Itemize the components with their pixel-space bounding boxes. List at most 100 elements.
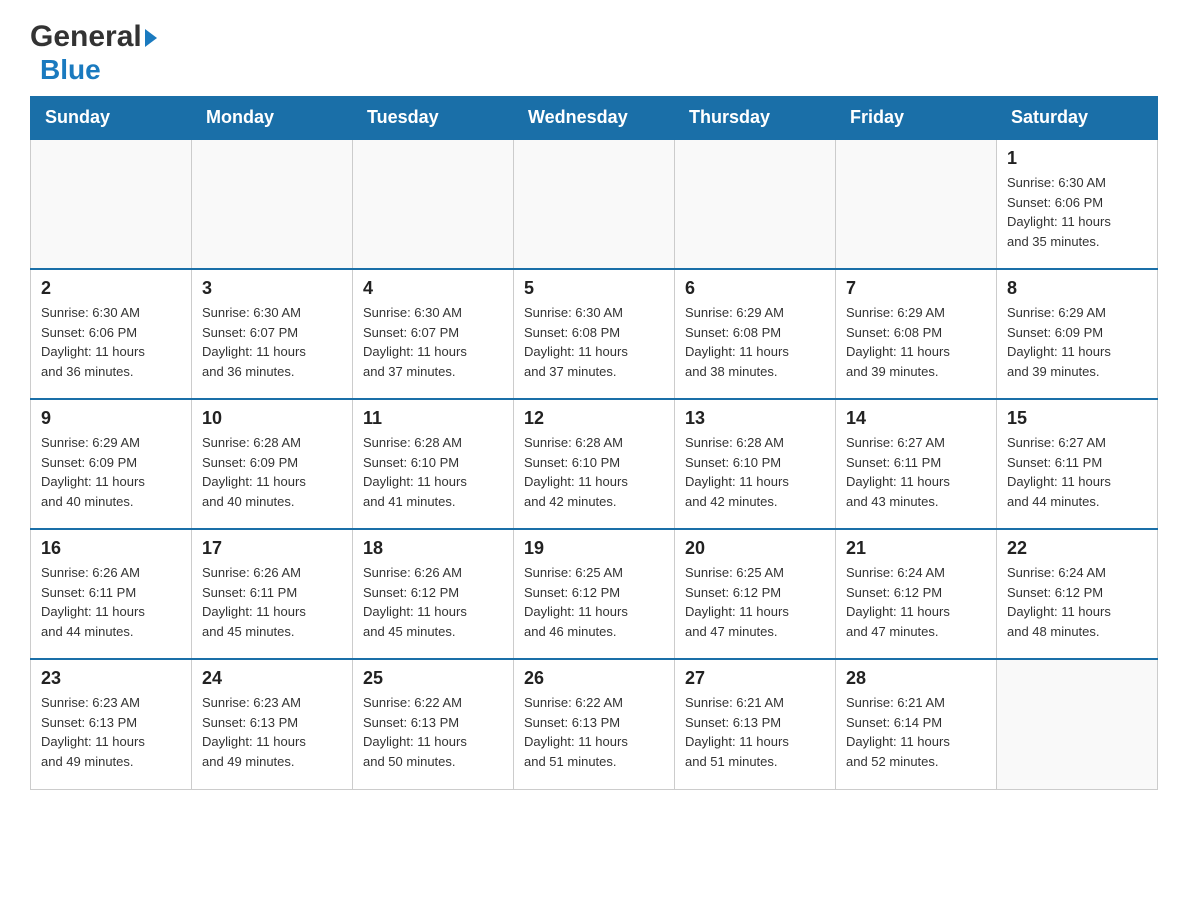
calendar-cell: 2 Sunrise: 6:30 AM Sunset: 6:06 PM Daylig…: [31, 269, 192, 399]
calendar-cell: 18Sunrise: 6:26 AM Sunset: 6:12 PM Dayli…: [353, 529, 514, 659]
day-header-wednesday: Wednesday: [514, 97, 675, 140]
calendar-cell: 3 Sunrise: 6:30 AM Sunset: 6:07 PM Daylig…: [192, 269, 353, 399]
calendar-cell: 12 Sunrise: 6:28 AM Sunset: 6:10 PM Dayli…: [514, 399, 675, 529]
calendar-cell: 25 Sunrise: 6:22 AM Sunset: 6:13 PM Dayli…: [353, 659, 514, 789]
calendar-cell: 19 Sunrise: 6:25 AM Sunset: 6:12 PM Dayli…: [514, 529, 675, 659]
calendar-cell: 8 Sunrise: 6:29 AM Sunset: 6:09 PM Daylig…: [997, 269, 1158, 399]
calendar-cell: 1 Sunrise: 6:30 AM Sunset: 6:06 PM Daylig…: [997, 139, 1158, 269]
day-info: Sunrise: 6:28 AM Sunset: 6:10 PM Dayligh…: [685, 433, 825, 511]
day-info: Sunrise: 6:27 AM Sunset: 6:11 PM Dayligh…: [1007, 433, 1147, 511]
day-number: 6: [685, 278, 825, 299]
calendar-cell: 21 Sunrise: 6:24 AM Sunset: 6:12 PM Dayli…: [836, 529, 997, 659]
calendar-week-row: 1 Sunrise: 6:30 AM Sunset: 6:06 PM Daylig…: [31, 139, 1158, 269]
day-info: Sunrise: 6:25 AM Sunset: 6:12 PM Dayligh…: [524, 563, 664, 641]
day-info: Sunrise: 6:29 AM Sunset: 6:09 PM Dayligh…: [1007, 303, 1147, 381]
day-number: 25: [363, 668, 503, 689]
calendar-cell: 15 Sunrise: 6:27 AM Sunset: 6:11 PM Dayli…: [997, 399, 1158, 529]
day-number: 5: [524, 278, 664, 299]
calendar-cell: 14 Sunrise: 6:27 AM Sunset: 6:11 PM Dayli…: [836, 399, 997, 529]
day-number: 7: [846, 278, 986, 299]
day-number: 3: [202, 278, 342, 299]
day-info: Sunrise: 6:28 AM Sunset: 6:09 PM Dayligh…: [202, 433, 342, 511]
calendar-cell: 20Sunrise: 6:25 AM Sunset: 6:12 PM Dayli…: [675, 529, 836, 659]
calendar-cell: 24Sunrise: 6:23 AM Sunset: 6:13 PM Dayli…: [192, 659, 353, 789]
day-number: 11: [363, 408, 503, 429]
day-info: Sunrise: 6:28 AM Sunset: 6:10 PM Dayligh…: [524, 433, 664, 511]
calendar-cell: [997, 659, 1158, 789]
day-number: 26: [524, 668, 664, 689]
page-header: General Blue: [30, 20, 1158, 86]
day-number: 16: [41, 538, 181, 559]
calendar-cell: [192, 139, 353, 269]
day-number: 24: [202, 668, 342, 689]
day-info: Sunrise: 6:26 AM Sunset: 6:11 PM Dayligh…: [202, 563, 342, 641]
calendar-cell: 10 Sunrise: 6:28 AM Sunset: 6:09 PM Dayli…: [192, 399, 353, 529]
calendar-cell: [514, 139, 675, 269]
day-info: Sunrise: 6:24 AM Sunset: 6:12 PM Dayligh…: [846, 563, 986, 641]
day-number: 27: [685, 668, 825, 689]
day-number: 21: [846, 538, 986, 559]
day-info: Sunrise: 6:23 AM Sunset: 6:13 PM Dayligh…: [41, 693, 181, 771]
day-number: 13: [685, 408, 825, 429]
calendar-cell: 5Sunrise: 6:30 AM Sunset: 6:08 PM Daylig…: [514, 269, 675, 399]
calendar-cell: 28 Sunrise: 6:21 AM Sunset: 6:14 PM Dayli…: [836, 659, 997, 789]
day-header-friday: Friday: [836, 97, 997, 140]
day-info: Sunrise: 6:22 AM Sunset: 6:13 PM Dayligh…: [363, 693, 503, 771]
calendar-header-row: SundayMondayTuesdayWednesdayThursdayFrid…: [31, 97, 1158, 140]
day-number: 8: [1007, 278, 1147, 299]
day-info: Sunrise: 6:30 AM Sunset: 6:07 PM Dayligh…: [202, 303, 342, 381]
calendar-table: SundayMondayTuesdayWednesdayThursdayFrid…: [30, 96, 1158, 790]
day-number: 9: [41, 408, 181, 429]
day-number: 17: [202, 538, 342, 559]
calendar-cell: 9 Sunrise: 6:29 AM Sunset: 6:09 PM Daylig…: [31, 399, 192, 529]
logo-blue-text: Blue: [40, 54, 157, 86]
day-number: 14: [846, 408, 986, 429]
day-info: Sunrise: 6:29 AM Sunset: 6:08 PM Dayligh…: [846, 303, 986, 381]
day-number: 2: [41, 278, 181, 299]
day-info: Sunrise: 6:28 AM Sunset: 6:10 PM Dayligh…: [363, 433, 503, 511]
day-header-monday: Monday: [192, 97, 353, 140]
day-number: 12: [524, 408, 664, 429]
day-number: 28: [846, 668, 986, 689]
calendar-cell: 11 Sunrise: 6:28 AM Sunset: 6:10 PM Dayli…: [353, 399, 514, 529]
calendar-cell: 7 Sunrise: 6:29 AM Sunset: 6:08 PM Daylig…: [836, 269, 997, 399]
calendar-cell: [675, 139, 836, 269]
logo: General Blue: [30, 20, 157, 86]
calendar-cell: 23Sunrise: 6:23 AM Sunset: 6:13 PM Dayli…: [31, 659, 192, 789]
calendar-cell: 26 Sunrise: 6:22 AM Sunset: 6:13 PM Dayli…: [514, 659, 675, 789]
day-info: Sunrise: 6:30 AM Sunset: 6:06 PM Dayligh…: [41, 303, 181, 381]
calendar-week-row: 23Sunrise: 6:23 AM Sunset: 6:13 PM Dayli…: [31, 659, 1158, 789]
calendar-cell: 16 Sunrise: 6:26 AM Sunset: 6:11 PM Dayli…: [31, 529, 192, 659]
day-number: 22: [1007, 538, 1147, 559]
day-number: 1: [1007, 148, 1147, 169]
day-number: 15: [1007, 408, 1147, 429]
day-number: 19: [524, 538, 664, 559]
day-info: Sunrise: 6:30 AM Sunset: 6:07 PM Dayligh…: [363, 303, 503, 381]
calendar-cell: [31, 139, 192, 269]
day-info: Sunrise: 6:26 AM Sunset: 6:11 PM Dayligh…: [41, 563, 181, 641]
day-info: Sunrise: 6:29 AM Sunset: 6:09 PM Dayligh…: [41, 433, 181, 511]
day-info: Sunrise: 6:24 AM Sunset: 6:12 PM Dayligh…: [1007, 563, 1147, 641]
calendar-cell: 13 Sunrise: 6:28 AM Sunset: 6:10 PM Dayli…: [675, 399, 836, 529]
day-header-saturday: Saturday: [997, 97, 1158, 140]
day-number: 20: [685, 538, 825, 559]
day-info: Sunrise: 6:27 AM Sunset: 6:11 PM Dayligh…: [846, 433, 986, 511]
calendar-cell: 17 Sunrise: 6:26 AM Sunset: 6:11 PM Dayli…: [192, 529, 353, 659]
calendar-week-row: 2 Sunrise: 6:30 AM Sunset: 6:06 PM Daylig…: [31, 269, 1158, 399]
calendar-week-row: 16 Sunrise: 6:26 AM Sunset: 6:11 PM Dayli…: [31, 529, 1158, 659]
day-info: Sunrise: 6:26 AM Sunset: 6:12 PM Dayligh…: [363, 563, 503, 641]
day-info: Sunrise: 6:21 AM Sunset: 6:13 PM Dayligh…: [685, 693, 825, 771]
logo-triangle-icon: [145, 29, 157, 47]
day-info: Sunrise: 6:21 AM Sunset: 6:14 PM Dayligh…: [846, 693, 986, 771]
calendar-cell: [353, 139, 514, 269]
day-info: Sunrise: 6:30 AM Sunset: 6:06 PM Dayligh…: [1007, 173, 1147, 251]
calendar-cell: [836, 139, 997, 269]
day-header-thursday: Thursday: [675, 97, 836, 140]
day-info: Sunrise: 6:22 AM Sunset: 6:13 PM Dayligh…: [524, 693, 664, 771]
day-number: 4: [363, 278, 503, 299]
day-number: 10: [202, 408, 342, 429]
calendar-cell: 22 Sunrise: 6:24 AM Sunset: 6:12 PM Dayli…: [997, 529, 1158, 659]
calendar-cell: 4 Sunrise: 6:30 AM Sunset: 6:07 PM Daylig…: [353, 269, 514, 399]
day-header-tuesday: Tuesday: [353, 97, 514, 140]
calendar-cell: 27 Sunrise: 6:21 AM Sunset: 6:13 PM Dayli…: [675, 659, 836, 789]
